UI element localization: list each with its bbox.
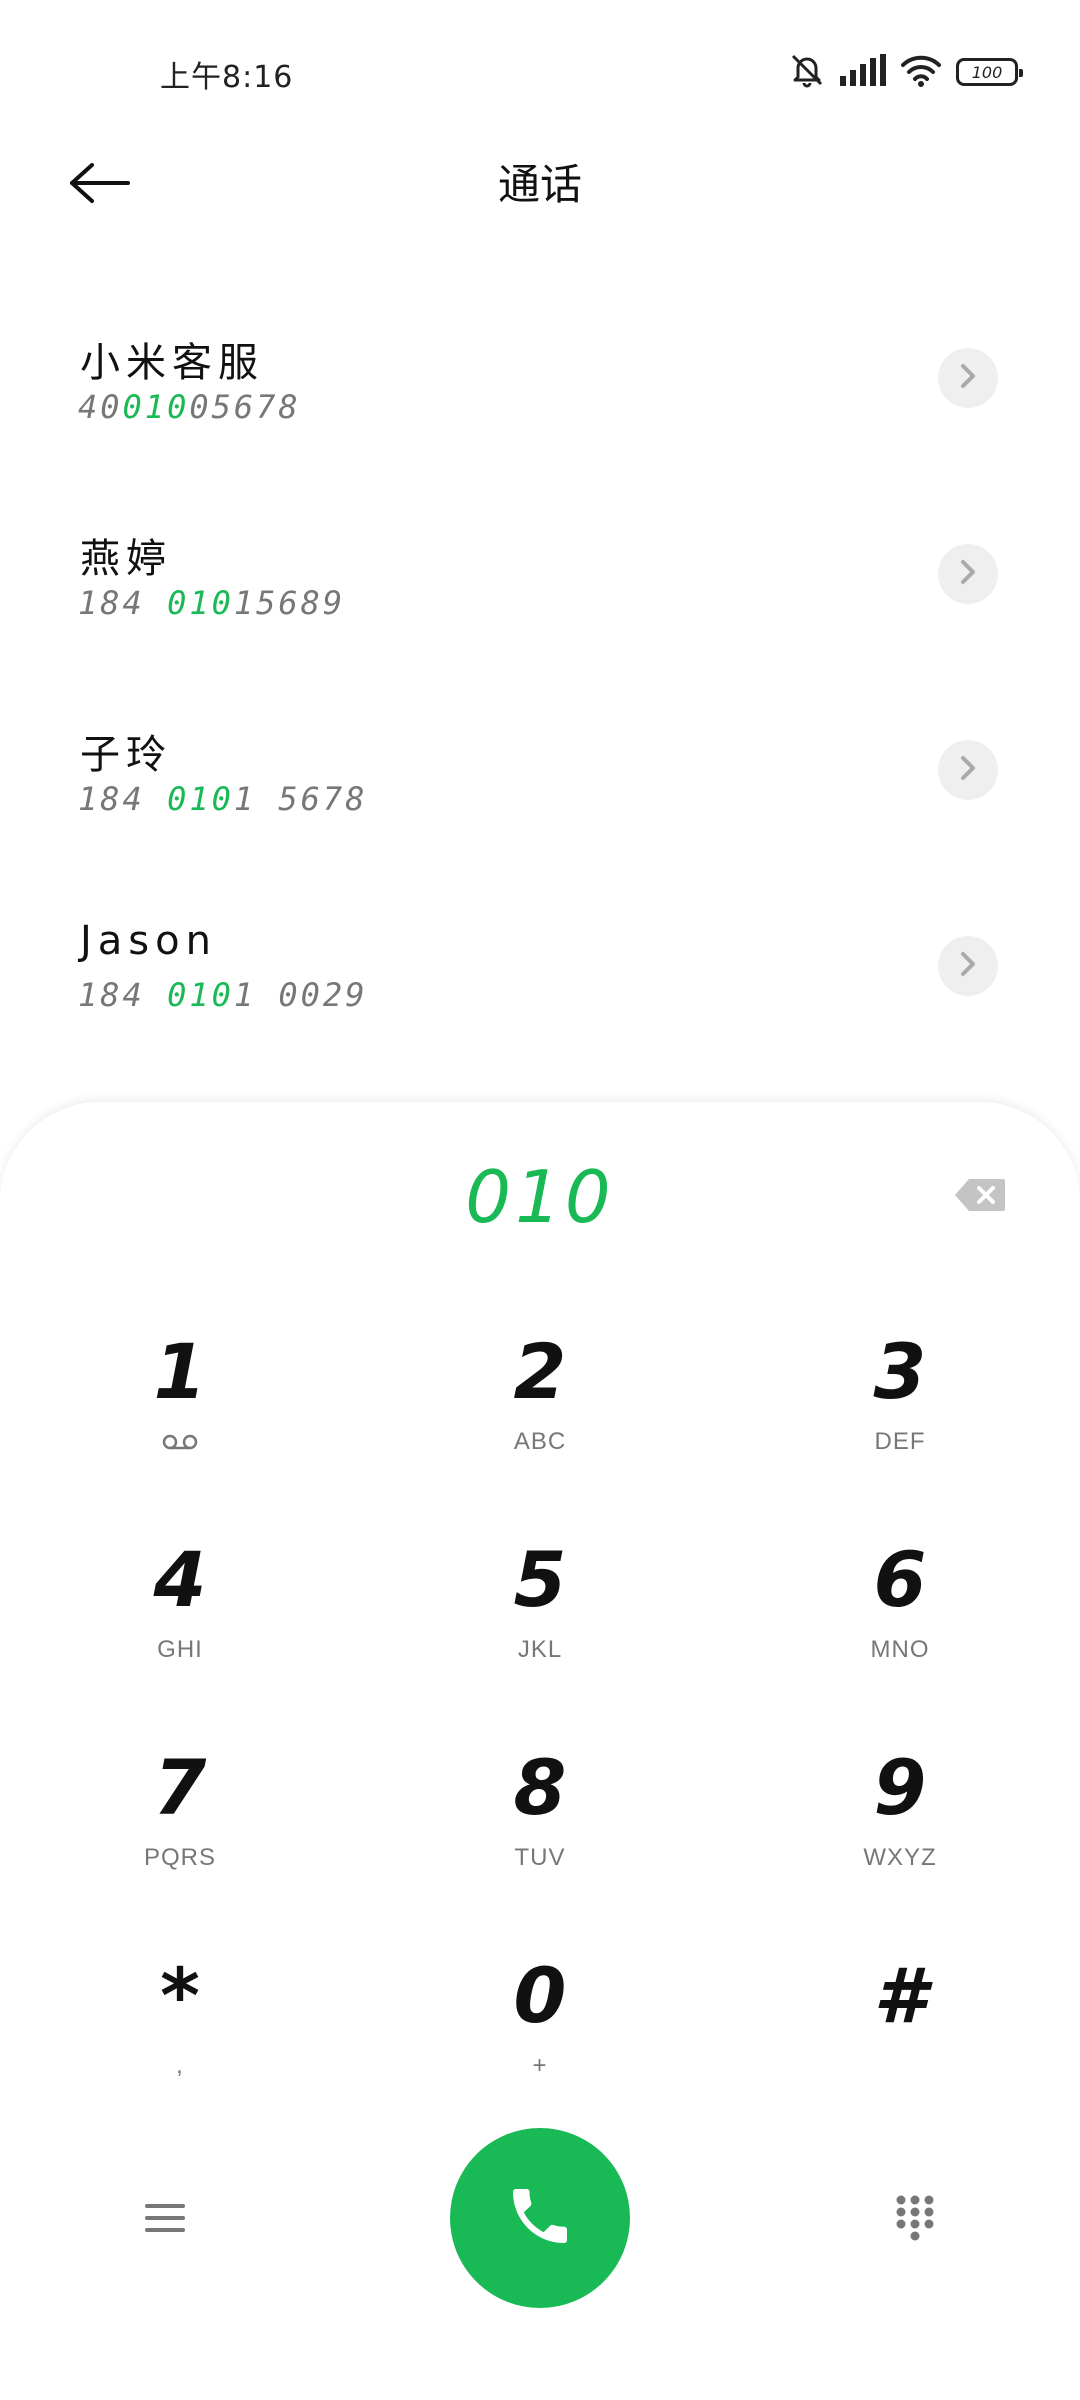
chevron-right-icon bbox=[957, 363, 979, 393]
key-letters: DEF bbox=[874, 1428, 926, 1455]
key-digit: * bbox=[160, 1951, 200, 2040]
contact-detail-button[interactable] bbox=[938, 936, 998, 996]
signal-icon bbox=[840, 54, 886, 90]
contact-detail-button[interactable] bbox=[938, 348, 998, 408]
bottom-bar bbox=[0, 2125, 1080, 2308]
keypad: 1 2 ABC 3 DEF 4 GHI 5 JKL 6 MNO 7 PQRS 8… bbox=[0, 1307, 1080, 2139]
backspace-icon bbox=[953, 1177, 1007, 1217]
key-letters: MNO bbox=[870, 1636, 930, 1663]
contact-name: 子玲 bbox=[80, 732, 172, 778]
contact-name: Jason bbox=[80, 918, 217, 964]
key-5[interactable]: 5 JKL bbox=[360, 1515, 720, 1723]
contact-row[interactable]: 子玲 184 0101 5678 bbox=[0, 682, 1080, 878]
key-star[interactable]: * , bbox=[0, 1931, 360, 2139]
contact-row[interactable]: 小米客服 4001005678 bbox=[0, 290, 1080, 486]
chevron-right-icon bbox=[957, 755, 979, 785]
dialpad-icon bbox=[895, 2194, 935, 2246]
key-digit: 9 bbox=[873, 1743, 927, 1832]
contact-row[interactable]: Jason 184 0101 0029 bbox=[0, 878, 1080, 1074]
key-digit: 5 bbox=[513, 1535, 567, 1624]
key-4[interactable]: 4 GHI bbox=[0, 1515, 360, 1723]
header: 通话 bbox=[0, 130, 1080, 240]
contact-detail-button[interactable] bbox=[938, 544, 998, 604]
contact-list: 小米客服 4001005678 燕婷 184 01015689 子玲 184 0… bbox=[0, 290, 1080, 1074]
key-letters: TUV bbox=[514, 1844, 566, 1871]
key-digit: 0 bbox=[513, 1951, 567, 2040]
menu-button[interactable] bbox=[130, 2190, 200, 2250]
key-1[interactable]: 1 bbox=[0, 1307, 360, 1515]
match-highlight: 010 bbox=[122, 388, 190, 426]
contact-row[interactable]: 燕婷 184 01015689 bbox=[0, 486, 1080, 682]
key-digit: 2 bbox=[513, 1327, 567, 1416]
key-letters: , bbox=[176, 2052, 184, 2079]
voicemail-icon bbox=[162, 1427, 198, 1457]
delete-button[interactable] bbox=[950, 1172, 1010, 1222]
bell-off-icon bbox=[788, 51, 826, 93]
match-highlight: 010 bbox=[167, 584, 234, 622]
chevron-right-icon bbox=[957, 951, 979, 981]
dialpad-toggle-button[interactable] bbox=[880, 2185, 950, 2255]
key-letters: PQRS bbox=[143, 1844, 216, 1871]
phone-icon bbox=[504, 2180, 576, 2256]
contact-number: 184 01015689 bbox=[78, 584, 346, 622]
key-2[interactable]: 2 ABC bbox=[360, 1307, 720, 1515]
key-letters: JKL bbox=[517, 1636, 563, 1663]
key-0[interactable]: 0 + bbox=[360, 1931, 720, 2139]
battery-indicator: 100 bbox=[956, 58, 1023, 86]
menu-icon bbox=[145, 2201, 185, 2239]
key-digit: 4 bbox=[153, 1535, 207, 1624]
contact-number: 184 0101 5678 bbox=[78, 780, 368, 818]
contact-name: 小米客服 bbox=[80, 340, 264, 386]
key-digit: 6 bbox=[873, 1535, 927, 1624]
status-bar: 上午8:16 100 bbox=[0, 0, 1080, 120]
status-icons: 100 bbox=[788, 50, 1023, 94]
key-digit: 1 bbox=[153, 1327, 207, 1416]
call-button[interactable] bbox=[450, 2128, 630, 2308]
key-9[interactable]: 9 WXYZ bbox=[720, 1723, 1080, 1931]
key-letters: ABC bbox=[513, 1428, 567, 1455]
key-letters: + bbox=[532, 2052, 548, 2079]
key-7[interactable]: 7 PQRS bbox=[0, 1723, 360, 1931]
wifi-icon bbox=[900, 53, 942, 91]
key-digit: 3 bbox=[873, 1327, 927, 1416]
key-hash[interactable]: # bbox=[720, 1931, 1080, 2139]
key-digit: # bbox=[873, 1951, 927, 2040]
page-title: 通话 bbox=[497, 160, 582, 209]
key-letters: GHI bbox=[157, 1636, 203, 1663]
contact-number: 184 0101 0029 bbox=[78, 976, 368, 1014]
match-highlight: 010 bbox=[167, 976, 234, 1014]
chevron-right-icon bbox=[957, 559, 979, 589]
contact-number: 4001005678 bbox=[78, 388, 301, 426]
match-highlight: 010 bbox=[167, 780, 234, 818]
key-3[interactable]: 3 DEF bbox=[720, 1307, 1080, 1515]
key-letters: WXYZ bbox=[863, 1844, 937, 1871]
status-time: 上午8:16 bbox=[160, 60, 294, 95]
contact-detail-button[interactable] bbox=[938, 740, 998, 800]
key-digit: 7 bbox=[153, 1743, 207, 1832]
dialed-number[interactable]: 010 bbox=[0, 1142, 1080, 1252]
key-6[interactable]: 6 MNO bbox=[720, 1515, 1080, 1723]
key-8[interactable]: 8 TUV bbox=[360, 1723, 720, 1931]
contact-name: 燕婷 bbox=[80, 536, 172, 582]
key-digit: 8 bbox=[513, 1743, 567, 1832]
